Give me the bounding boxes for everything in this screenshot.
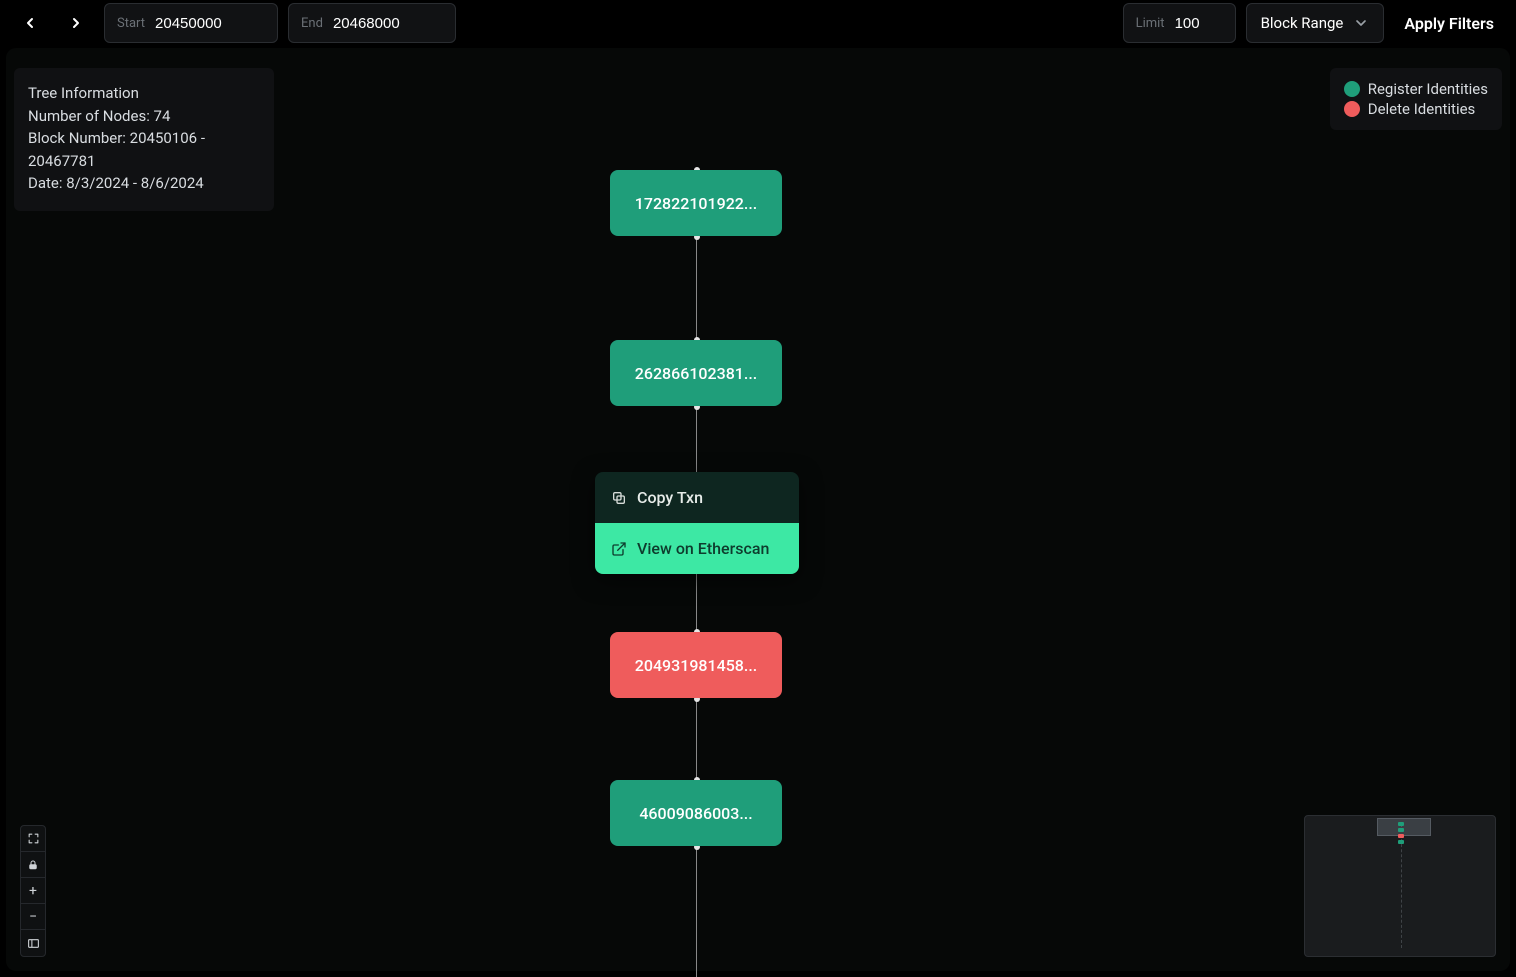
node-context-menu: Copy Txn View on Etherscan	[595, 472, 799, 574]
fullscreen-icon	[27, 832, 40, 845]
info-date-range: Date: 8/3/2024 - 8/6/2024	[28, 172, 256, 195]
edge	[696, 236, 697, 346]
legend-dot-delete	[1344, 101, 1360, 117]
fit-view-button[interactable]	[21, 930, 45, 956]
tree-node[interactable]: 172822101922...	[610, 170, 782, 236]
limit-field: Limit	[1123, 3, 1236, 43]
minimap-node	[1398, 834, 1404, 838]
limit-input[interactable]	[1175, 15, 1223, 32]
minimap-viewport[interactable]	[1377, 818, 1431, 836]
copy-txn-button[interactable]: Copy Txn	[595, 472, 799, 523]
toolbar: Start End Limit Block Range Apply Filter…	[0, 0, 1516, 46]
node-label: 172822101922...	[635, 194, 757, 213]
end-label: End	[301, 16, 323, 31]
node-label: 204931981458...	[635, 656, 757, 675]
minimap-node	[1398, 828, 1404, 832]
viewport-controls: + −	[20, 825, 46, 957]
legend: Register Identities Delete Identities	[1330, 68, 1502, 130]
tree-node[interactable]: 46009086003...	[610, 780, 782, 846]
start-input[interactable]	[155, 15, 265, 32]
info-block-range: Block Number: 20450106 - 20467781	[28, 127, 256, 172]
legend-delete: Delete Identities	[1344, 100, 1488, 118]
tree-node[interactable]: 262866102381...	[610, 340, 782, 406]
view-etherscan-label: View on Etherscan	[637, 539, 769, 558]
legend-register-label: Register Identities	[1368, 80, 1488, 98]
view-etherscan-button[interactable]: View on Etherscan	[595, 523, 799, 574]
range-mode-label: Block Range	[1261, 14, 1344, 32]
minimap[interactable]	[1304, 815, 1496, 957]
fullscreen-button[interactable]	[21, 826, 45, 852]
lock-button[interactable]	[21, 852, 45, 878]
copy-txn-label: Copy Txn	[637, 488, 703, 507]
minimap-node	[1398, 822, 1404, 826]
end-input[interactable]	[333, 15, 443, 32]
fit-icon	[27, 937, 40, 950]
info-node-count: Number of Nodes: 74	[28, 105, 256, 128]
prev-button[interactable]	[12, 5, 48, 41]
chevron-right-icon	[68, 15, 84, 31]
range-mode-dropdown[interactable]: Block Range	[1246, 3, 1385, 43]
node-label: 46009086003...	[639, 804, 752, 823]
zoom-out-button[interactable]: −	[21, 904, 45, 930]
minus-icon: −	[29, 909, 37, 925]
minimap-node	[1398, 840, 1404, 844]
info-title: Tree Information	[28, 82, 256, 105]
start-field: Start	[104, 3, 278, 43]
legend-register: Register Identities	[1344, 80, 1488, 98]
edge	[696, 846, 697, 977]
copy-icon	[611, 490, 627, 506]
limit-label: Limit	[1136, 16, 1165, 31]
chevron-left-icon	[22, 15, 38, 31]
legend-dot-register	[1344, 81, 1360, 97]
apply-filters-button[interactable]: Apply Filters	[1394, 14, 1504, 33]
edge	[696, 696, 697, 786]
node-label: 262866102381...	[635, 364, 757, 383]
plus-icon: +	[29, 883, 37, 899]
zoom-in-button[interactable]: +	[21, 878, 45, 904]
end-field: End	[288, 3, 456, 43]
legend-delete-label: Delete Identities	[1368, 100, 1476, 118]
external-link-icon	[611, 541, 627, 557]
start-label: Start	[117, 16, 145, 31]
tree-info-panel: Tree Information Number of Nodes: 74 Blo…	[14, 68, 274, 211]
chevron-down-icon	[1353, 15, 1369, 31]
next-button[interactable]	[58, 5, 94, 41]
tree-node[interactable]: 204931981458...	[610, 632, 782, 698]
lock-icon	[27, 859, 39, 871]
